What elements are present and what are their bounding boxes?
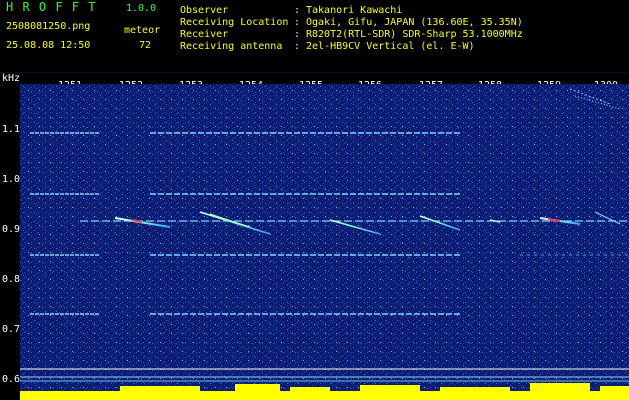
y-tick-label: 1.1 xyxy=(2,124,21,135)
info-value-location: Ogaki, Gifu, JAPAN (136.60E, 35.35N) xyxy=(306,17,523,28)
y-tick-label: 0.9 xyxy=(2,224,21,235)
hrofft-window: H R O F F T 1.0.0 250808125‌0.png 25.08.… xyxy=(0,0,629,400)
info-value-antenna: 2el-HB9CV Vertical (el. E-W) xyxy=(306,41,475,52)
info-sep: : xyxy=(294,29,301,40)
info-value-observer: Takanori Kawachi xyxy=(306,5,403,16)
info-label-location: Receiving Location xyxy=(180,17,289,28)
y-tick-label: 0.7 xyxy=(2,324,21,335)
info-label-receiver: Receiver xyxy=(180,29,229,40)
y-tick-label: 1.0 xyxy=(2,174,21,185)
file-name: 250808125‌0.png xyxy=(6,21,91,32)
info-label-observer: Observer xyxy=(180,5,229,16)
y-axis-unit: kHz xyxy=(2,73,21,84)
info-sep: : xyxy=(294,17,301,28)
info-sep: : xyxy=(294,41,301,52)
count-value: 72 xyxy=(139,40,152,51)
app-version: 1.0.0 xyxy=(126,3,157,14)
spectrogram xyxy=(20,84,629,400)
count-label: meteor xyxy=(124,25,161,36)
info-value-receiver: R820T2(RTL-SDR) SDR-Sharp 53.1000MHz xyxy=(306,29,523,40)
date-time: 25.08.08 12:50 xyxy=(6,40,91,51)
header-divider xyxy=(0,72,629,73)
info-sep: : xyxy=(294,5,301,16)
y-tick-label: 0.8 xyxy=(2,274,21,285)
y-tick-label: 0.6 xyxy=(2,374,21,385)
spectrogram-noise xyxy=(20,84,629,400)
app-logo: H R O F F T xyxy=(6,0,97,14)
info-label-antenna: Receiving antenna xyxy=(180,41,283,52)
